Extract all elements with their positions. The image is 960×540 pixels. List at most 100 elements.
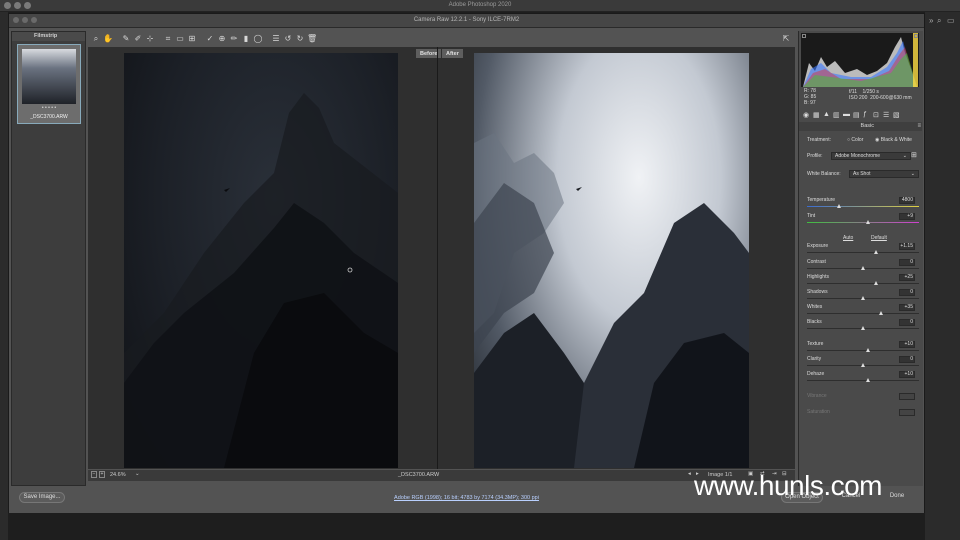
slider-value-field[interactable]: 0 (899, 319, 915, 326)
panel-menu-icon[interactable]: ≡ (917, 123, 921, 129)
hsl-tab-icon[interactable]: ▥ (833, 111, 840, 119)
zoom-level[interactable]: 24.6% (110, 472, 126, 478)
snapshots-tab-icon[interactable]: ▧ (893, 111, 900, 119)
chevron-down-icon: ⌄ (902, 153, 907, 159)
slider-handle[interactable] (873, 281, 878, 285)
slider-handle[interactable] (866, 348, 871, 352)
slider-handle[interactable] (861, 326, 865, 330)
rotate-right-icon[interactable]: ↻ (295, 34, 305, 44)
photoshop-left-toolbar (0, 12, 8, 540)
spot-removal-icon[interactable]: ✓ (205, 34, 215, 44)
filmstrip-thumbnail[interactable]: • • • • • _DSC3700.ARW (17, 44, 81, 124)
wb-label: White Balance: (807, 171, 841, 177)
slider-value-field[interactable]: +10 (899, 371, 915, 378)
slider-track[interactable] (807, 380, 919, 381)
profile-dropdown[interactable]: Adobe Monochrome ⌄ (831, 152, 911, 160)
saturation-value[interactable] (899, 409, 915, 416)
split-divider (437, 47, 438, 469)
basic-tab-icon[interactable]: ◉ (803, 111, 809, 119)
color-sampler-tool-icon[interactable]: ✐ (133, 34, 143, 44)
slider-label: Clarity (807, 356, 822, 362)
targeted-adjustment-icon[interactable]: ⊹ (145, 34, 155, 44)
slider-track[interactable] (807, 222, 919, 223)
graduated-filter-icon[interactable]: ▮ (241, 34, 251, 44)
slider-value-field[interactable]: +9 (899, 213, 915, 220)
slider-handle[interactable] (861, 266, 865, 270)
slider-handle[interactable] (837, 204, 842, 208)
vibrance-value[interactable] (899, 393, 915, 400)
preferences-icon[interactable]: ☰ (271, 34, 281, 44)
slider-value-field[interactable]: +35 (899, 304, 915, 311)
treatment-color-label: Color (851, 137, 864, 143)
default-button[interactable]: Default (871, 235, 887, 241)
treatment-color-radio[interactable]: ○ Color (847, 137, 863, 143)
done-button[interactable]: Done (877, 492, 917, 503)
workspace-icon[interactable]: ▭ (947, 16, 955, 25)
treatment-label: Treatment: (807, 137, 831, 143)
crop-tool-icon[interactable]: ⌗ (163, 34, 173, 44)
slider-handle[interactable] (861, 296, 865, 300)
slider-value-field[interactable]: 0 (899, 259, 915, 266)
slider-row-whites: Whites +35 (807, 304, 919, 315)
hand-tool-icon[interactable]: ✋ (103, 34, 113, 44)
app-title: Adobe Photoshop 2020 (448, 2, 512, 8)
slider-value-field[interactable]: +1.15 (899, 243, 915, 250)
search-icon[interactable]: ⌕ (937, 16, 941, 26)
slider-handle[interactable] (866, 220, 871, 224)
before-image[interactable] (124, 53, 398, 468)
transform-tool-icon[interactable]: ⊞ (187, 34, 197, 44)
fullscreen-icon[interactable]: ⇱ (781, 34, 791, 44)
presets-tab-icon[interactable]: ☰ (883, 111, 889, 119)
calibration-tab-icon[interactable]: ⊡ (873, 111, 879, 119)
split-tone-tab-icon[interactable]: ▬ (843, 111, 850, 118)
saturation-row: Saturation (807, 409, 919, 416)
lens-tab-icon[interactable]: ▤ (853, 111, 860, 119)
tone-curve-tab-icon[interactable]: ▦ (813, 111, 820, 119)
rotate-left-icon[interactable]: ↺ (283, 34, 293, 44)
slider-handle[interactable] (866, 378, 871, 382)
exif-readout: f/11 1/250 s ISO 200 200-600@630 mm (849, 89, 912, 101)
prev-image-icon[interactable]: ◂ (688, 471, 691, 477)
zoom-tool-icon[interactable]: ⌕ (91, 34, 101, 44)
shadow-clipping-icon[interactable] (802, 34, 806, 38)
slider-handle[interactable] (879, 311, 884, 315)
slider-value-field[interactable]: 0 (899, 356, 915, 363)
slider-value-field[interactable]: +10 (899, 341, 915, 348)
highlight-clipping-icon[interactable] (914, 34, 918, 38)
slider-track[interactable] (807, 283, 919, 284)
slider-track[interactable] (807, 313, 919, 314)
auto-button[interactable]: Auto (843, 235, 853, 241)
photoshop-right-panels: » ⌕ ▭ (925, 12, 960, 540)
trash-icon[interactable]: 🗑 (307, 34, 317, 44)
straighten-tool-icon[interactable]: ▭ (175, 34, 185, 44)
thumbnail-rating[interactable]: • • • • • (22, 105, 76, 111)
slider-track[interactable] (807, 350, 919, 351)
treatment-bw-radio[interactable]: ◉ Black & White (875, 137, 912, 143)
slider-value-field[interactable]: 4800 (899, 197, 915, 204)
thumbnail-image (22, 49, 76, 104)
red-eye-icon[interactable]: ⊕ (217, 34, 227, 44)
adjustment-brush-icon[interactable]: ✏ (229, 34, 239, 44)
saturation-label: Saturation (807, 409, 830, 415)
slider-track[interactable] (807, 252, 919, 253)
white-balance-tool-icon[interactable]: ✎ (121, 34, 131, 44)
fx-tab-icon[interactable]: ƒ (863, 111, 867, 118)
histogram-graph (803, 33, 918, 87)
after-image[interactable] (474, 53, 749, 468)
slider-value-field[interactable]: +25 (899, 274, 915, 281)
slider-handle[interactable] (873, 250, 878, 254)
zoom-dropdown-icon[interactable]: ⌄ (135, 471, 140, 477)
collapse-icon[interactable]: » (929, 16, 933, 25)
filmstrip-header: Filmstrip (12, 32, 85, 41)
profile-browser-icon[interactable]: ⊞ (911, 151, 917, 159)
slider-value-field[interactable]: 0 (899, 289, 915, 296)
thumbnail-filename: _DSC3700.ARW (30, 114, 68, 120)
wb-dropdown[interactable]: As Shot ⌄ (849, 170, 919, 178)
zoom-in-button[interactable]: + (99, 471, 105, 478)
detail-tab-icon[interactable]: ▲ (823, 111, 830, 118)
treatment-bw-label: Black & White (880, 137, 912, 143)
slider-track[interactable] (807, 206, 919, 207)
radial-filter-icon[interactable]: ◯ (253, 34, 263, 44)
slider-handle[interactable] (861, 363, 865, 367)
zoom-out-button[interactable]: − (91, 471, 97, 478)
